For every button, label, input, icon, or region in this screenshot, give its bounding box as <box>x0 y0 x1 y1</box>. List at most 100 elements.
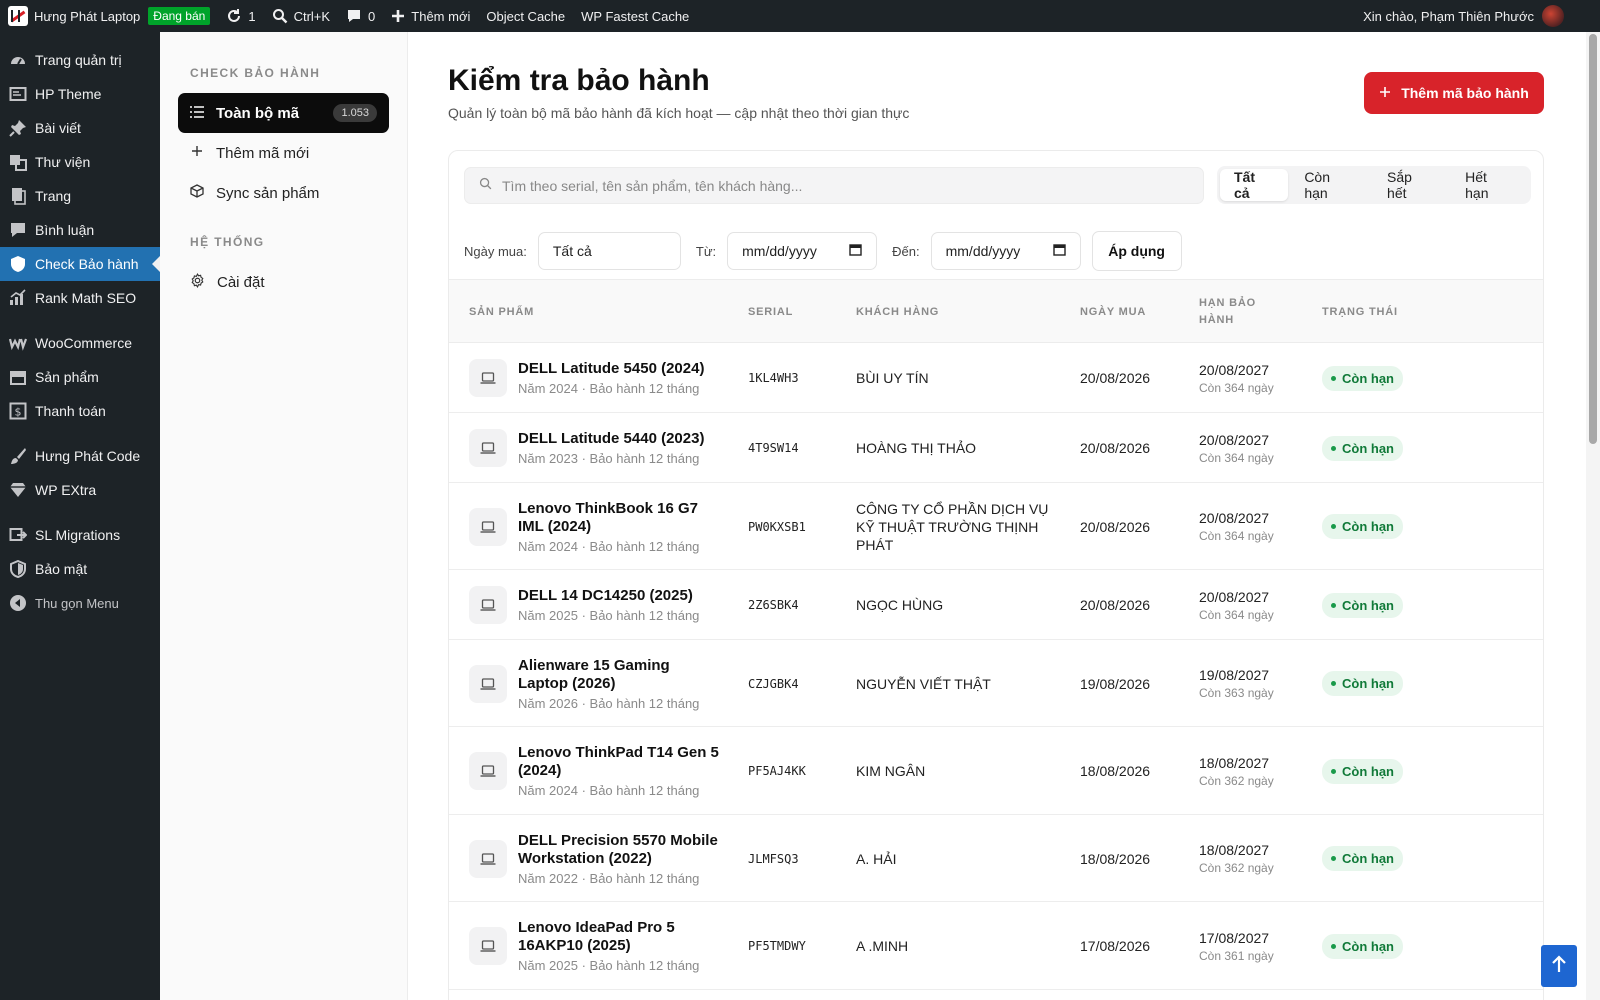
table-row[interactable]: DELL 14 DC14250 (2025) Năm 2025 · Bảo hàn… <box>449 570 1543 640</box>
purchase-date-cell: 18/08/2026 <box>1080 815 1190 902</box>
table-row[interactable]: DELL Latitude 5450 (2024) Năm 2024 · Bảo … <box>449 343 1543 413</box>
new-content-menu[interactable]: Thêm mới <box>383 0 478 32</box>
new-content-label: Thêm mới <box>411 8 471 24</box>
days-remaining: Còn 362 ngày <box>1199 773 1274 788</box>
search-shortcut[interactable]: Ctrl+K <box>264 0 338 32</box>
serial-value: PF5AJ4KK <box>748 764 806 778</box>
object-cache-menu[interactable]: Object Cache <box>478 0 573 32</box>
account-menu[interactable]: Xin chào, Phạm Thiên Phước <box>1363 5 1600 27</box>
apply-filter-button[interactable]: Áp dụng <box>1091 231 1182 271</box>
menu-posts[interactable]: Bài viết <box>0 111 160 145</box>
subnav-sync[interactable]: Sync sản phẩm <box>178 173 389 213</box>
subnav-settings[interactable]: Cài đặt <box>178 262 389 302</box>
tab-expired[interactable]: Hết hạn <box>1451 169 1528 201</box>
menu-security[interactable]: Bảo mật <box>0 552 160 586</box>
site-logo-icon <box>8 6 28 26</box>
menu-wp-extra[interactable]: WP EXtra <box>0 473 160 507</box>
box-icon <box>190 184 204 202</box>
menu-hung-phat-code[interactable]: Hưng Phát Code <box>0 439 160 473</box>
status-dot-icon <box>1331 856 1336 861</box>
status-dot-icon <box>1331 943 1336 949</box>
col-status[interactable]: TRẠNG THÁI <box>1322 280 1398 344</box>
menu-media[interactable]: Thư viện <box>0 145 160 179</box>
serial-value: 2Z6SBK4 <box>748 598 799 612</box>
table-row[interactable]: Lenovo ThinkPad T14 Gen 5 (2024) Năm 2024 … <box>449 727 1543 815</box>
site-menu[interactable]: Hưng Phát Laptop Đang bán <box>0 0 218 32</box>
menu-payments[interactable]: $ Thanh toán <box>0 394 160 428</box>
menu-products[interactable]: Sản phẩm <box>0 360 160 394</box>
subnav-all-codes[interactable]: Toàn bộ mã 1.053 <box>178 93 389 133</box>
product-name[interactable]: DELL Latitude 5450 (2024) <box>518 360 733 378</box>
page-scrollbar[interactable] <box>1586 32 1600 1000</box>
product-name[interactable]: DELL Latitude 5440 (2023) <box>518 430 733 448</box>
serial-value: PF5TMDWY <box>748 939 806 953</box>
col-customer[interactable]: KHÁCH HÀNG <box>856 280 939 344</box>
product-name[interactable]: DELL Precision 5570 Mobile Workstation (2… <box>518 832 733 868</box>
purchase-filter-select[interactable]: Tất cả <box>537 232 681 270</box>
status-cell: Còn hạn <box>1322 640 1462 727</box>
to-date-input[interactable]: mm/dd/yyyy <box>930 232 1081 270</box>
collapse-menu[interactable]: Thu gọn Menu <box>0 586 160 620</box>
menu-check-bao-hanh[interactable]: Check Bảo hành <box>0 247 160 281</box>
days-remaining: Còn 361 ngày <box>1199 948 1274 963</box>
status-label: Còn hạn <box>1342 676 1394 691</box>
product-name-line: 16AKP10 (2025) <box>518 937 631 954</box>
col-purchase-date[interactable]: NGÀY MUA <box>1080 280 1146 344</box>
product-name-line: DELL Latitude 5440 (2023) <box>518 430 705 447</box>
customer-name-line: HOÀNG THỊ THẢO <box>856 440 977 456</box>
product-name[interactable]: Lenovo ThinkBook 16 G7 IML (2024) <box>518 500 733 536</box>
product-name-line: Lenovo IdeaPad Pro 5 <box>518 919 675 936</box>
menu-dashboard[interactable]: Trang quản trị <box>0 43 160 77</box>
search-input[interactable] <box>502 177 1182 194</box>
chart-icon <box>9 289 27 307</box>
search-box[interactable] <box>464 167 1204 204</box>
expiry-date: 18/08/2027 <box>1199 842 1270 858</box>
laptop-icon <box>469 839 507 878</box>
scrollbar-thumb[interactable] <box>1589 34 1597 444</box>
from-date-input[interactable]: mm/dd/yyyy <box>727 232 878 270</box>
updates-menu[interactable]: 1 <box>218 0 263 32</box>
menu-label: Thanh toán <box>35 403 106 419</box>
laptop-icon <box>469 586 507 624</box>
add-warranty-button[interactable]: Thêm mã bảo hành <box>1364 72 1544 114</box>
collapse-icon <box>9 594 27 612</box>
status-cell: Còn hạn <box>1322 483 1462 570</box>
table-row[interactable]: Lenovo IdeaPad Pro 5 16AKP10 (2025) Năm 20… <box>449 902 1543 990</box>
product-name[interactable]: Lenovo IdeaPad Pro 5 16AKP10 (2025) <box>518 919 733 955</box>
col-product[interactable]: SẢN PHẨM <box>469 280 534 344</box>
menu-hp-theme[interactable]: HP Theme <box>0 77 160 111</box>
table-row[interactable]: Lenovo ThinkBook 16 G7 IML (2024) Năm 2024… <box>449 483 1543 570</box>
fastest-cache-menu[interactable]: WP Fastest Cache <box>573 0 697 32</box>
media-icon <box>9 153 27 171</box>
menu-woocommerce[interactable]: WooCommerce <box>0 326 160 360</box>
col-serial[interactable]: SERIAL <box>748 280 793 344</box>
product-name[interactable]: Lenovo ThinkPad T14 Gen 5 (2024) <box>518 744 733 780</box>
laptop-icon <box>469 752 507 790</box>
status-label: Còn hạn <box>1342 519 1394 534</box>
back-to-top-button[interactable] <box>1541 945 1577 987</box>
tab-all[interactable]: Tất cả <box>1220 169 1289 201</box>
menu-comments[interactable]: Bình luận <box>0 213 160 247</box>
tab-valid[interactable]: Còn hạn <box>1290 169 1371 201</box>
tab-expiring[interactable]: Sắp hết <box>1373 169 1449 201</box>
menu-sl-migrations[interactable]: SL Migrations <box>0 518 160 552</box>
purchase-date: 18/08/2026 <box>1080 763 1151 779</box>
status-badge: Còn hạn <box>1322 514 1403 539</box>
product-name[interactable]: DELL 14 DC14250 (2025) <box>518 587 733 605</box>
product-name[interactable]: Alienware 15 Gaming Laptop (2026) <box>518 657 733 693</box>
table-row[interactable]: DELL Precision 5570 Mobile Workstation (2… <box>449 815 1543 902</box>
menu-rank-math[interactable]: Rank Math SEO <box>0 281 160 315</box>
refresh-icon <box>226 8 242 24</box>
table-row[interactable]: DELL Latitude 5440 (2023) Năm 2023 · Bảo … <box>449 413 1543 483</box>
table-row[interactable]: Alienware 15 Gaming Laptop (2026) Năm 2026… <box>449 640 1543 727</box>
updates-count: 1 <box>248 8 256 24</box>
comments-menu[interactable]: 0 <box>338 0 383 32</box>
search-icon <box>479 177 492 195</box>
menu-pages[interactable]: Trang <box>0 179 160 213</box>
expiry-date: 20/08/2027 <box>1199 510 1270 526</box>
col-expiry[interactable]: HẠN BẢO HÀNH <box>1199 280 1256 344</box>
subnav-add-new[interactable]: Thêm mã mới <box>178 133 389 173</box>
menu-label: SL Migrations <box>35 527 121 543</box>
purchase-date: 19/08/2026 <box>1080 675 1151 692</box>
subnav-all-codes-label: Toàn bộ mã <box>216 104 300 122</box>
